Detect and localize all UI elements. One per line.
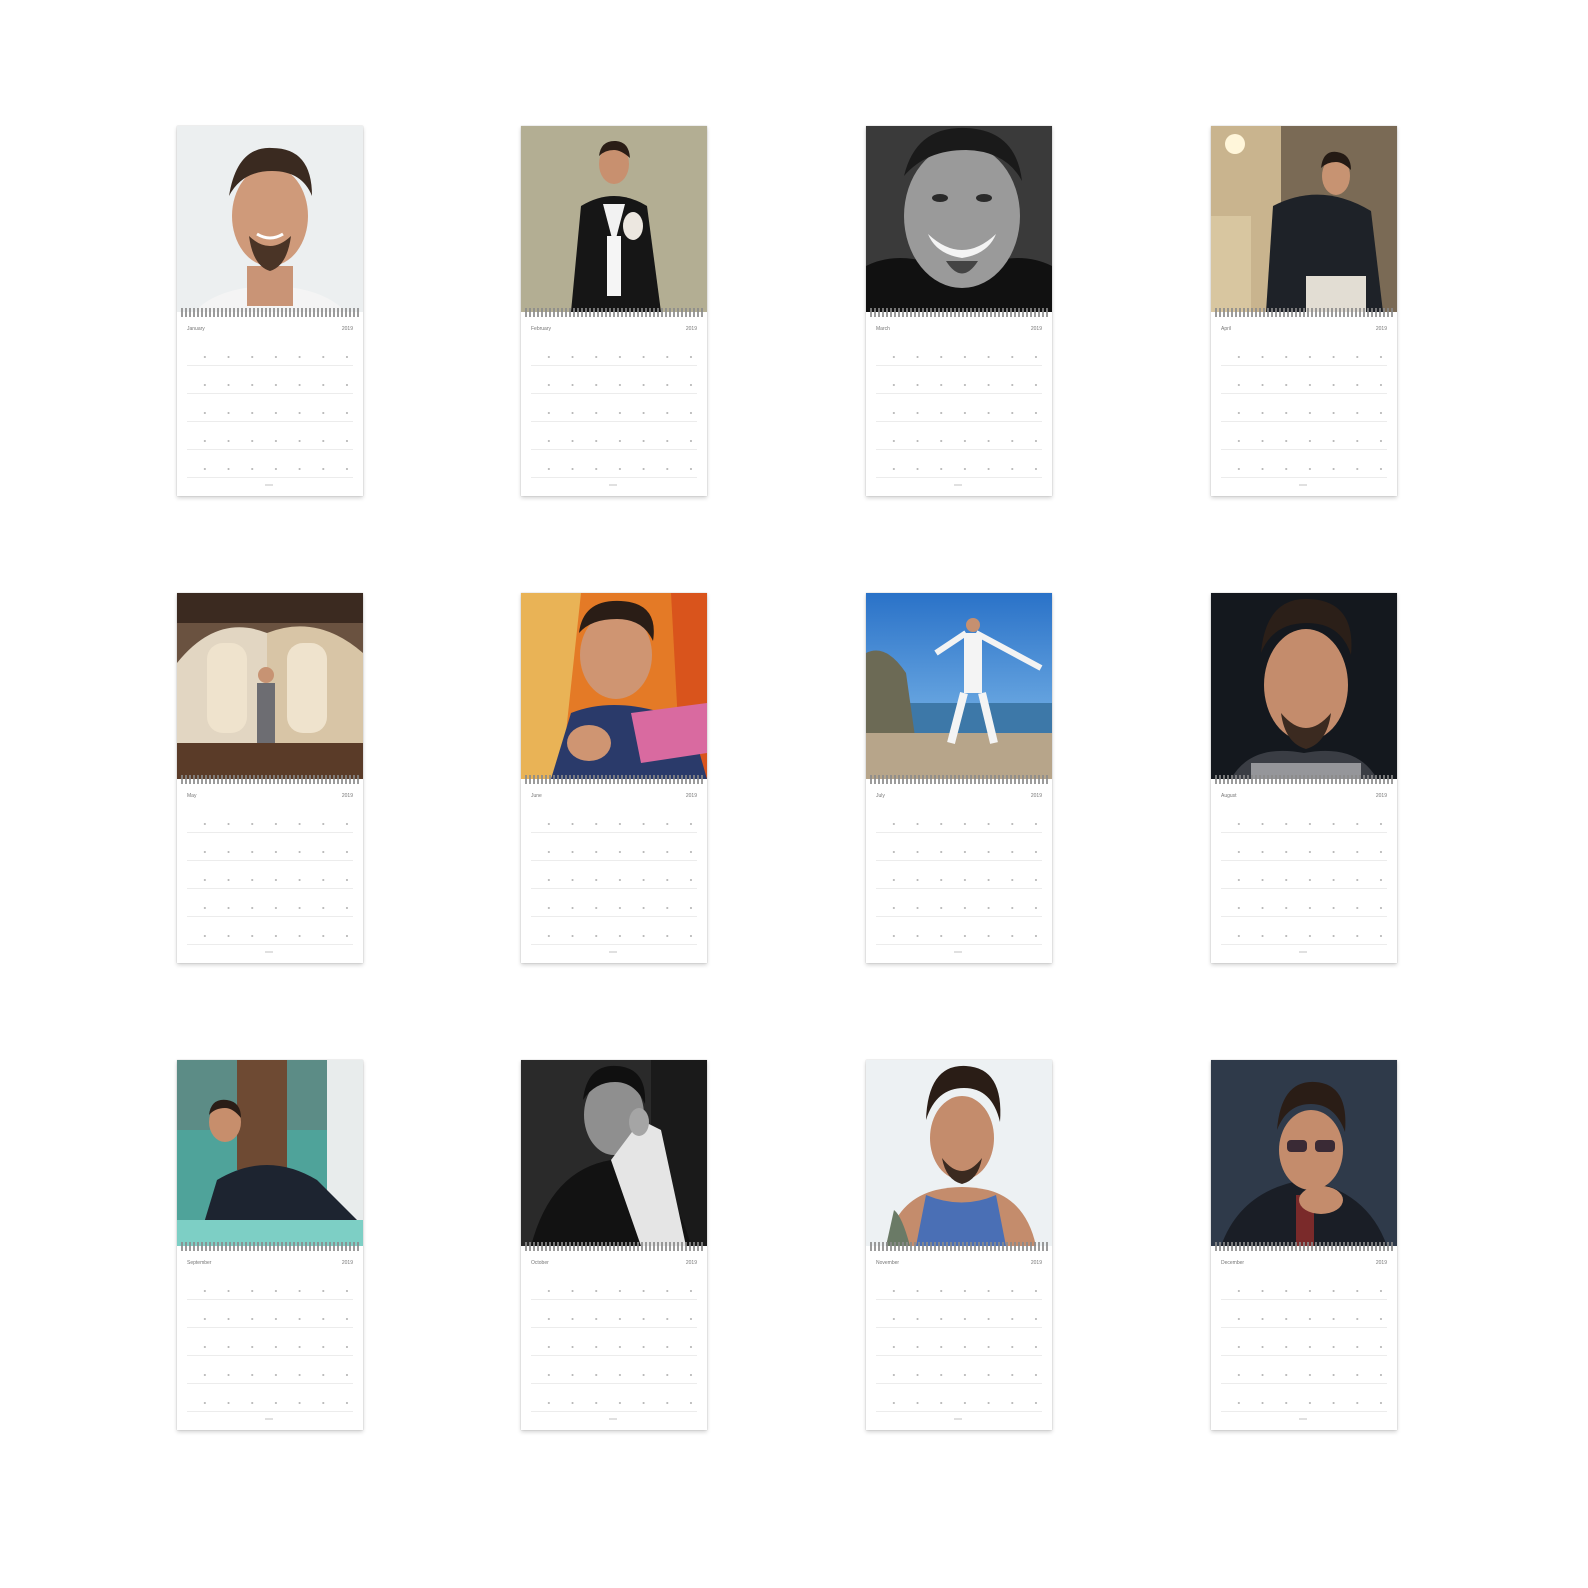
month-label: April [1221, 326, 1232, 332]
calendar-page-january: January 2019 [177, 126, 363, 496]
footer-mark [265, 484, 273, 486]
calendar-page-october: October 2019 [521, 1060, 707, 1430]
footer-mark [609, 1418, 617, 1420]
month-grid: April 2019 [1211, 318, 1397, 496]
calendar-photo [1211, 126, 1397, 312]
year-label: 2019 [1030, 1260, 1042, 1266]
day-grid [876, 1272, 1042, 1412]
footer-mark [1299, 951, 1307, 953]
calendar-page: { "months": [ {"name": "January", "year"… [0, 0, 1588, 1588]
spiral-binding [525, 775, 703, 784]
calendar-page-february: February 2019 [521, 126, 707, 496]
calendar-page-april: April 2019 [1211, 126, 1397, 496]
calendar-page-june: June 2019 [521, 593, 707, 963]
year-label: 2019 [1030, 326, 1042, 332]
footer-mark [954, 484, 962, 486]
footer-mark [954, 951, 962, 953]
calendar-page-september: September 2019 [177, 1060, 363, 1430]
month-label: November [876, 1260, 900, 1266]
spiral-binding [870, 308, 1048, 317]
footer-mark [609, 951, 617, 953]
spiral-binding [525, 1242, 703, 1251]
spiral-binding [870, 775, 1048, 784]
calendar-page-march: March 2019 [866, 126, 1052, 496]
calendar-photo [177, 126, 363, 312]
year-label: 2019 [685, 1260, 697, 1266]
year-label: 2019 [1375, 1260, 1387, 1266]
spiral-binding [525, 308, 703, 317]
calendar-photo [866, 593, 1052, 779]
day-grid [1221, 805, 1387, 945]
month-grid: January 2019 [177, 318, 363, 496]
calendar-photo [177, 593, 363, 779]
day-grid [187, 1272, 353, 1412]
calendar-photo [1211, 593, 1397, 779]
calendar-page-july: July 2019 [866, 593, 1052, 963]
day-grid [876, 338, 1042, 478]
footer-mark [609, 484, 617, 486]
month-label: December [1221, 1260, 1245, 1266]
footer-mark [1299, 484, 1307, 486]
calendar-page-december: December 2019 [1211, 1060, 1397, 1430]
month-grid: December 2019 [1211, 1252, 1397, 1430]
footer-mark [954, 1418, 962, 1420]
calendar-photo [866, 126, 1052, 312]
spiral-binding [1215, 308, 1393, 317]
month-label: February [531, 326, 552, 332]
day-grid [1221, 338, 1387, 478]
spiral-binding [1215, 1242, 1393, 1251]
footer-mark [265, 951, 273, 953]
month-label: July [876, 793, 885, 799]
month-label: October [531, 1260, 549, 1266]
month-grid: February 2019 [521, 318, 707, 496]
month-label: September [187, 1260, 212, 1266]
calendar-photo [1211, 1060, 1397, 1246]
day-grid [876, 805, 1042, 945]
month-label: June [531, 793, 542, 799]
calendar-page-november: November 2019 [866, 1060, 1052, 1430]
year-label: 2019 [341, 793, 353, 799]
month-label: May [187, 793, 197, 799]
day-grid [531, 338, 697, 478]
spiral-binding [181, 775, 359, 784]
calendar-page-may: May 2019 [177, 593, 363, 963]
calendar-page-august: August 2019 [1211, 593, 1397, 963]
spiral-binding [1215, 775, 1393, 784]
calendar-photo [521, 593, 707, 779]
month-grid: March 2019 [866, 318, 1052, 496]
footer-mark [265, 1418, 273, 1420]
year-label: 2019 [1030, 793, 1042, 799]
year-label: 2019 [685, 793, 697, 799]
month-label: January [187, 326, 205, 332]
year-label: 2019 [1375, 793, 1387, 799]
spiral-binding [181, 308, 359, 317]
day-grid [531, 1272, 697, 1412]
month-label: March [876, 326, 890, 332]
day-grid [187, 805, 353, 945]
day-grid [1221, 1272, 1387, 1412]
month-grid: July 2019 [866, 785, 1052, 963]
spiral-binding [870, 1242, 1048, 1251]
footer-mark [1299, 1418, 1307, 1420]
year-label: 2019 [341, 1260, 353, 1266]
calendar-photo [177, 1060, 363, 1246]
month-grid: October 2019 [521, 1252, 707, 1430]
month-grid: May 2019 [177, 785, 363, 963]
calendar-photo [866, 1060, 1052, 1246]
month-grid: June 2019 [521, 785, 707, 963]
day-grid [531, 805, 697, 945]
month-grid: September 2019 [177, 1252, 363, 1430]
day-grid [187, 338, 353, 478]
spiral-binding [181, 1242, 359, 1251]
month-grid: November 2019 [866, 1252, 1052, 1430]
year-label: 2019 [685, 326, 697, 332]
year-label: 2019 [1375, 326, 1387, 332]
month-label: August [1221, 793, 1237, 799]
year-label: 2019 [341, 326, 353, 332]
calendar-photo [521, 1060, 707, 1246]
calendar-photo [521, 126, 707, 312]
month-grid: August 2019 [1211, 785, 1397, 963]
